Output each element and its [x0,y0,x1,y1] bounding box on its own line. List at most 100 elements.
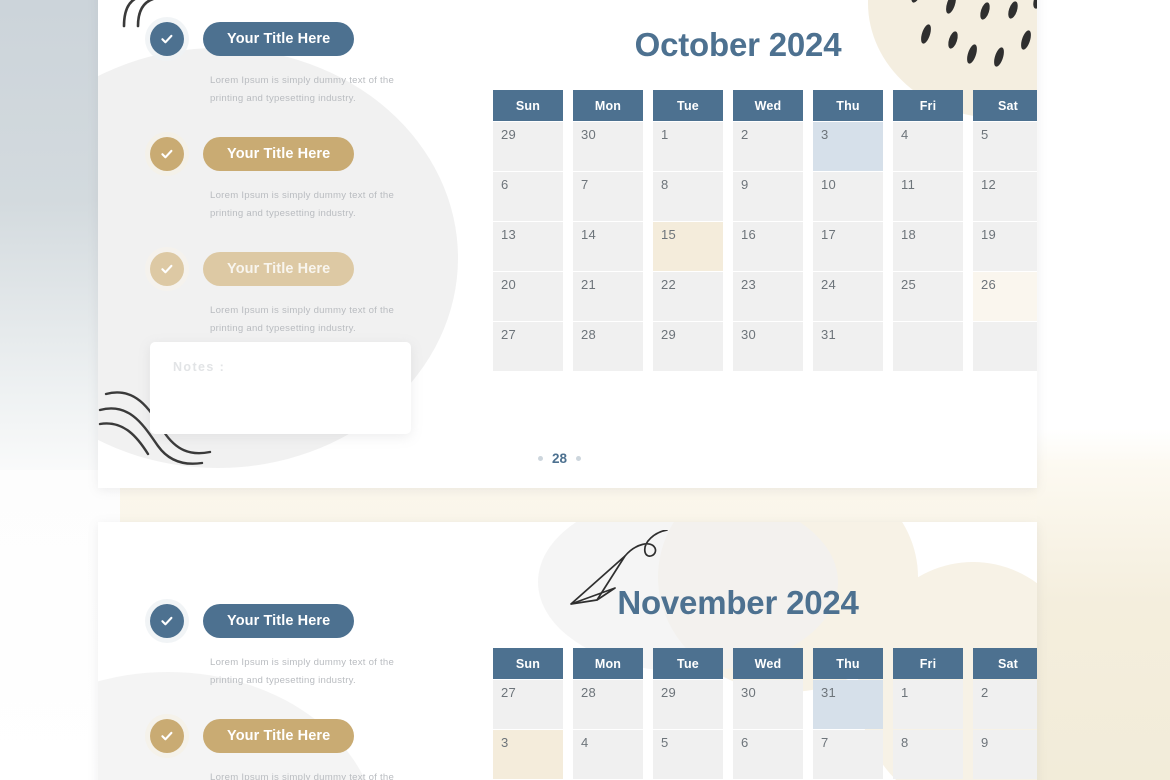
day-cell[interactable]: 28 [573,322,643,371]
day-cell[interactable]: 1 [893,680,963,729]
day-cell[interactable]: 17 [813,222,883,271]
day-cell[interactable]: 13 [493,222,563,271]
day-cell[interactable]: 29 [653,322,723,371]
task-description: Lorem Ipsum is simply dummy text of the … [210,657,395,686]
day-cell[interactable]: 24 [813,272,883,321]
day-cell[interactable]: 27 [493,680,563,729]
task-item-3[interactable]: Your Title Here [150,252,480,298]
day-number: 2 [741,127,749,142]
task-title-pill[interactable]: Your Title Here [203,719,355,753]
day-number: 31 [821,685,837,700]
day-cell[interactable]: 29 [653,680,723,729]
day-cell[interactable]: 21 [573,272,643,321]
weekday-header: Fri [893,90,963,121]
day-cell[interactable]: 2 [973,680,1037,729]
day-cell[interactable]: 6 [733,730,803,779]
task-item-2[interactable]: Your Title Here [150,137,480,183]
day-cell[interactable]: 5 [653,730,723,779]
day-cell[interactable]: 31 [813,322,883,371]
day-number: 5 [661,735,669,750]
check-icon [150,22,184,56]
day-number: 7 [581,177,589,192]
day-cell[interactable]: 20 [493,272,563,321]
day-cell-empty [973,322,1037,371]
day-cell[interactable]: 7 [573,172,643,221]
weekday-header: Fri [893,648,963,679]
day-cell[interactable]: 9 [973,730,1037,779]
day-cell[interactable]: 22 [653,272,723,321]
day-cell[interactable]: 4 [893,122,963,171]
day-cell[interactable]: 8 [893,730,963,779]
day-cell[interactable]: 31 [813,680,883,729]
notes-box[interactable]: Notes : [150,342,411,434]
day-cell[interactable]: 11 [893,172,963,221]
day-cell[interactable]: 5 [973,122,1037,171]
check-icon [150,719,184,753]
day-cell[interactable]: 12 [973,172,1037,221]
day-number: 15 [661,227,677,242]
day-number: 2 [981,685,989,700]
day-number: 20 [501,277,517,292]
task-title-pill[interactable]: Your Title Here [203,252,355,286]
day-cell-empty [893,322,963,371]
day-number: 18 [901,227,917,242]
weekday-header: Mon [573,648,643,679]
task-description: Lorem Ipsum is simply dummy text of the … [210,190,395,219]
day-cell[interactable]: 7 [813,730,883,779]
day-cell[interactable]: 6 [493,172,563,221]
day-cell[interactable]: 30 [733,322,803,371]
month-title: November 2024 [617,584,859,621]
day-cell[interactable]: 28 [573,680,643,729]
page-indicator: 28 [538,451,582,466]
day-cell[interactable]: 1 [653,122,723,171]
task-title-label: Your Title Here [227,146,331,162]
day-cell[interactable]: 3 [493,730,563,779]
november-task-list: Your Title Here Lorem Ipsum is simply du… [150,604,480,780]
day-number: 1 [901,685,909,700]
task-title-pill[interactable]: Your Title Here [203,137,355,171]
day-cell[interactable]: 14 [573,222,643,271]
calendar-page: Your Title Here Lorem Ipsum is simply du… [0,0,1170,780]
day-cell[interactable]: 25 [893,272,963,321]
day-cell[interactable]: 19 [973,222,1037,271]
day-number: 29 [501,127,517,142]
day-number: 23 [741,277,757,292]
task-title-pill[interactable]: Your Title Here [203,22,355,56]
day-cell[interactable]: 4 [573,730,643,779]
day-number: 31 [821,327,837,342]
day-cell[interactable]: 8 [653,172,723,221]
day-cell[interactable]: 3 [813,122,883,171]
day-cell[interactable]: 27 [493,322,563,371]
page-dot-left [538,456,543,461]
day-number: 11 [901,177,916,192]
day-cell[interactable]: 10 [813,172,883,221]
day-cell[interactable]: 29 [493,122,563,171]
day-number: 29 [661,327,677,342]
task-item-1[interactable]: Your Title Here [150,604,480,650]
day-cell[interactable]: 26 [973,272,1037,321]
day-cell[interactable]: 16 [733,222,803,271]
day-cell[interactable]: 2 [733,122,803,171]
day-number: 9 [981,735,989,750]
day-cell[interactable]: 23 [733,272,803,321]
day-cell[interactable]: 9 [733,172,803,221]
day-cell[interactable]: 30 [733,680,803,729]
weekday-header: Thu [813,648,883,679]
day-number: 7 [821,735,829,750]
task-item-1[interactable]: Your Title Here [150,22,480,68]
task-title-pill[interactable]: Your Title Here [203,604,355,638]
day-number: 29 [661,685,677,700]
day-number: 30 [741,327,757,342]
check-icon [150,252,184,286]
day-number: 22 [661,277,677,292]
day-number: 24 [821,277,837,292]
day-number: 3 [821,127,829,142]
weekday-header: Wed [733,648,803,679]
november-calendar-card: Your Title Here Lorem Ipsum is simply du… [98,522,1037,780]
task-item-2[interactable]: Your Title Here [150,719,480,765]
task-title-label: Your Title Here [227,613,331,629]
day-cell[interactable]: 15 [653,222,723,271]
day-number: 5 [981,127,989,142]
day-cell[interactable]: 18 [893,222,963,271]
day-cell[interactable]: 30 [573,122,643,171]
